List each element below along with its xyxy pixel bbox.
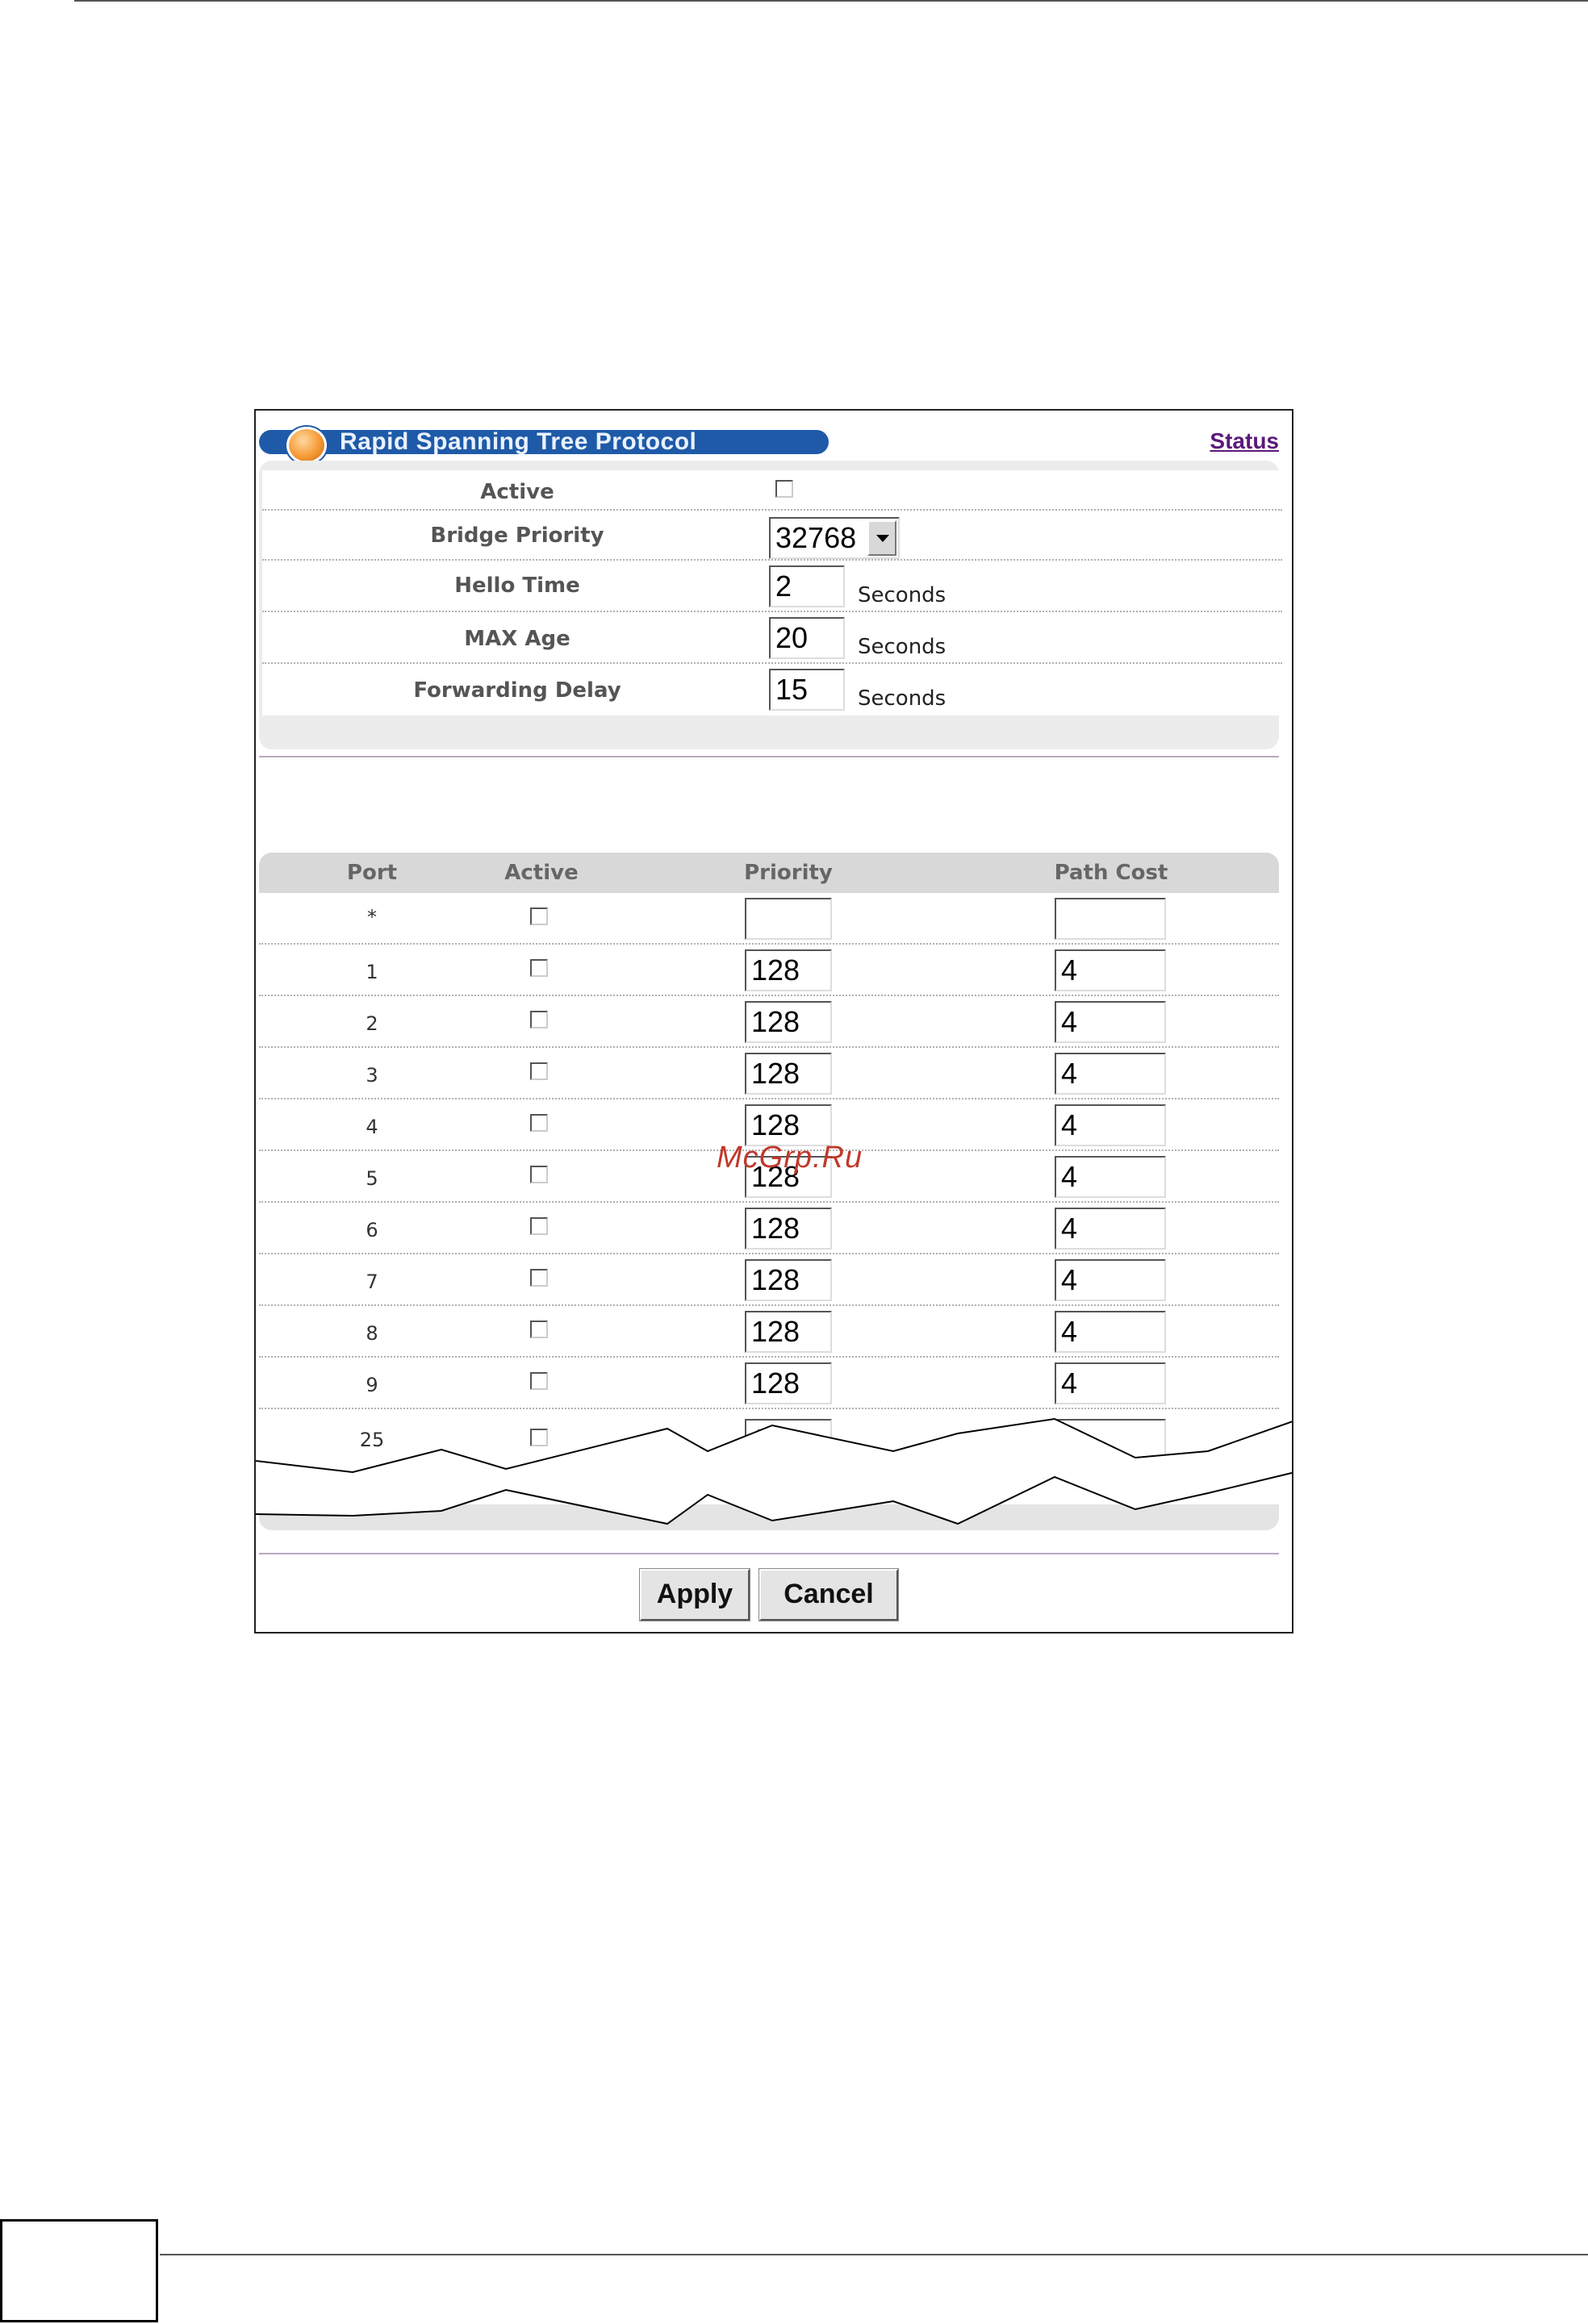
forwarding-delay-row: Forwarding Delay 15 Seconds xyxy=(262,664,1282,716)
port-path-cost-input[interactable]: 4 xyxy=(1055,1362,1166,1404)
seconds-label: Seconds xyxy=(858,583,947,607)
hello-time-row: Hello Time 2 Seconds xyxy=(262,561,1282,612)
port-priority-input[interactable]: 128 xyxy=(745,1362,832,1404)
port-number: 3 xyxy=(366,1064,378,1087)
bridge-priority-label: Bridge Priority xyxy=(430,524,604,548)
bridge-priority-row: Bridge Priority 32768 xyxy=(262,511,1282,561)
apply-button[interactable]: Apply xyxy=(639,1568,750,1621)
port-priority-input[interactable]: 128 xyxy=(745,1259,832,1301)
priority-column-header: Priority xyxy=(744,861,833,885)
orange-ball-icon xyxy=(286,427,327,464)
seconds-label: Seconds xyxy=(858,686,947,711)
watermark-text: McGrp.Ru xyxy=(717,1141,863,1175)
table-row: 2 128 4 xyxy=(259,996,1279,1048)
port-active-checkbox[interactable] xyxy=(530,1217,548,1235)
port-path-cost-input[interactable]: 4 xyxy=(1055,1053,1166,1095)
path-cost-column-header: Path Cost xyxy=(1054,861,1168,885)
port-number: 2 xyxy=(366,1012,378,1035)
seconds-label: Seconds xyxy=(858,635,947,659)
port-active-checkbox[interactable] xyxy=(530,1321,548,1338)
port-number: 6 xyxy=(366,1219,378,1241)
forwarding-delay-input[interactable]: 15 xyxy=(769,669,845,711)
top-rule xyxy=(74,0,1588,2)
page-number-box xyxy=(0,2219,158,2322)
port-priority-input[interactable] xyxy=(745,898,832,940)
port-number: 8 xyxy=(366,1322,378,1345)
port-path-cost-input[interactable]: 4 xyxy=(1055,1156,1166,1198)
port-active-checkbox[interactable] xyxy=(530,907,548,925)
table-row: 1 128 4 xyxy=(259,945,1279,996)
table-row: 3 128 4 xyxy=(259,1048,1279,1099)
cancel-button[interactable]: Cancel xyxy=(758,1568,899,1621)
port-number: 9 xyxy=(366,1374,378,1396)
status-link[interactable]: Status xyxy=(1210,428,1279,454)
port-priority-input[interactable]: 128 xyxy=(745,1311,832,1353)
table-row: 6 128 4 xyxy=(259,1203,1279,1254)
port-number: 1 xyxy=(366,961,378,983)
page-title: Rapid Spanning Tree Protocol xyxy=(259,430,829,454)
active-label: Active xyxy=(480,480,554,504)
active-checkbox[interactable] xyxy=(775,480,793,498)
port-priority-input[interactable]: 128 xyxy=(745,1001,832,1043)
active-column-header: Active xyxy=(504,861,579,885)
port-active-checkbox[interactable] xyxy=(530,1114,548,1132)
bridge-priority-value: 32768 xyxy=(775,521,857,554)
page-break-zigzag xyxy=(256,1417,1292,1525)
port-priority-input[interactable]: 128 xyxy=(745,949,832,991)
rstp-panel: Rapid Spanning Tree Protocol Status Acti… xyxy=(254,409,1293,1633)
section-divider xyxy=(259,756,1279,757)
port-path-cost-input[interactable]: 4 xyxy=(1055,1001,1166,1043)
port-active-checkbox[interactable] xyxy=(530,1011,548,1028)
port-path-cost-input[interactable] xyxy=(1055,898,1166,940)
port-active-checkbox[interactable] xyxy=(530,1372,548,1390)
max-age-input[interactable]: 20 xyxy=(769,617,845,659)
general-settings: Active Bridge Priority 32768 Hello Time … xyxy=(259,461,1282,749)
port-active-checkbox[interactable] xyxy=(530,1269,548,1287)
chevron-down-icon[interactable] xyxy=(867,520,896,556)
port-active-checkbox[interactable] xyxy=(530,1166,548,1183)
bridge-priority-select[interactable]: 32768 xyxy=(769,517,900,559)
port-number: * xyxy=(367,906,377,928)
port-priority-input[interactable]: 128 xyxy=(745,1208,832,1250)
port-path-cost-input[interactable]: 4 xyxy=(1055,1104,1166,1146)
forwarding-delay-label: Forwarding Delay xyxy=(413,678,621,703)
hello-time-label: Hello Time xyxy=(454,574,580,598)
port-number: 4 xyxy=(366,1116,378,1138)
section-divider xyxy=(259,1553,1279,1554)
bottom-rule xyxy=(160,2254,1588,2255)
port-active-checkbox[interactable] xyxy=(530,959,548,977)
port-path-cost-input[interactable]: 4 xyxy=(1055,1311,1166,1353)
hello-time-input[interactable]: 2 xyxy=(769,565,845,607)
table-row: 8 128 4 xyxy=(259,1306,1279,1358)
port-path-cost-input[interactable]: 4 xyxy=(1055,949,1166,991)
max-age-label: MAX Age xyxy=(464,627,570,651)
port-path-cost-input[interactable]: 4 xyxy=(1055,1259,1166,1301)
port-priority-input[interactable]: 128 xyxy=(745,1053,832,1095)
table-row: 7 128 4 xyxy=(259,1254,1279,1306)
active-row: Active xyxy=(262,470,1282,511)
port-column-header: Port xyxy=(346,861,398,885)
port-path-cost-input[interactable]: 4 xyxy=(1055,1208,1166,1250)
table-row: * xyxy=(259,893,1279,945)
max-age-row: MAX Age 20 Seconds xyxy=(262,612,1282,664)
port-number: 7 xyxy=(366,1270,378,1293)
table-row: 9 128 4 xyxy=(259,1358,1279,1409)
port-number: 5 xyxy=(366,1167,378,1190)
port-table-header: Port Active Priority Path Cost xyxy=(259,853,1279,893)
port-active-checkbox[interactable] xyxy=(530,1062,548,1080)
